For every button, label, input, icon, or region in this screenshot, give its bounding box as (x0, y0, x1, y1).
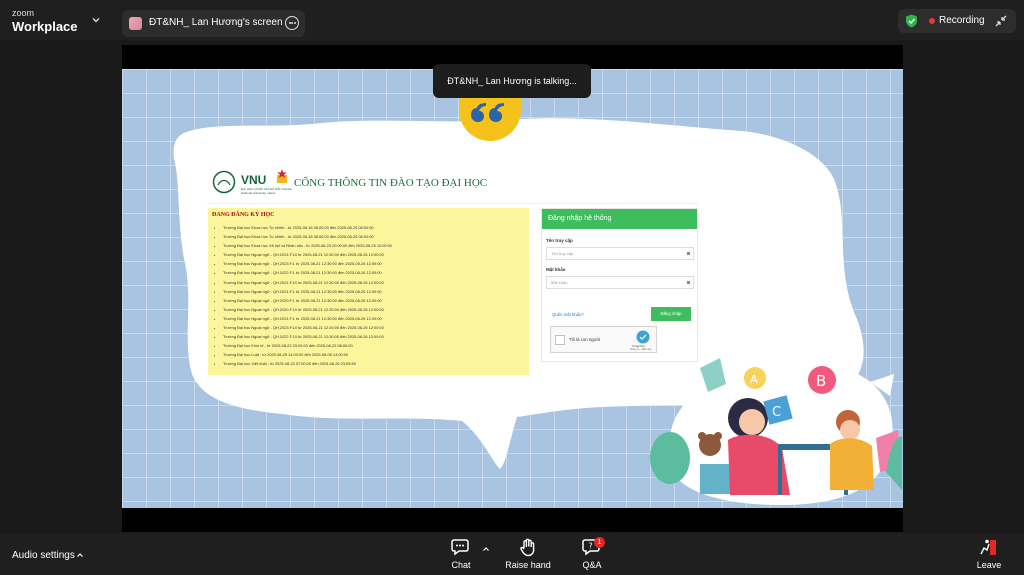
audio-settings-button[interactable]: Audio settings (12, 550, 75, 561)
notice-heading: ĐANG ĐĂNG KÝ HỌC (212, 212, 275, 218)
list-item[interactable]: Trường Đại học Luật - từ 2025-08-25 14:0… (223, 350, 392, 359)
vnu-emblem-icon (212, 170, 236, 194)
star-icon (277, 169, 287, 183)
more-options-icon[interactable] (285, 16, 299, 30)
chevron-down-icon[interactable] (90, 14, 102, 26)
leave-icon (980, 539, 996, 555)
password-field[interactable]: Mật khẩu (546, 276, 694, 289)
shield-icon (906, 14, 917, 28)
list-item[interactable]: Trường Đại học Ngoại ngữ - QH.2021.F.1 t… (223, 287, 392, 296)
chevron-up-icon[interactable] (76, 551, 84, 559)
login-button[interactable]: Đăng nhập (651, 307, 691, 321)
brand-top: zoom (12, 8, 35, 18)
list-item[interactable]: Trường Đại học Kinh tế - từ 2025-08-22 2… (223, 341, 392, 350)
captcha-checkbox[interactable] (555, 335, 565, 345)
hcaptcha-icon (636, 330, 650, 344)
hand-icon (520, 538, 535, 557)
zoom-logo: zoom Workplace (12, 8, 78, 34)
login-heading: Đăng nhập hệ thống (542, 209, 697, 229)
list-item[interactable]: Trường Đại học Ngoại ngữ - QH.2024.F.10 … (223, 250, 392, 259)
active-speaker-toast: ĐT&NH_ Lan Hương is talking... (433, 64, 591, 98)
portal-title: CỔNG THÔNG TIN ĐÀO TẠO ĐẠI HỌC (294, 177, 488, 189)
recording-indicator[interactable]: Recording (898, 9, 1016, 33)
svg-text:?: ? (589, 542, 593, 551)
raise-hand-button[interactable]: Raise hand (503, 538, 553, 570)
recording-dot (929, 18, 935, 24)
captcha-label: Tôi là con người (569, 337, 601, 342)
leave-label: Leave (976, 560, 1002, 570)
forgot-password-link[interactable]: Quên mật khẩu? (552, 312, 584, 317)
list-item[interactable]: Trường Đại học Ngoại ngữ - QH.2020.F.1 t… (223, 296, 392, 305)
avatar (129, 17, 142, 30)
list-item[interactable]: Trường Đại học Ngoại ngữ - QH.2022.F.1 t… (223, 268, 392, 277)
list-item[interactable]: Trường Đại học Việt nhật - từ 2025-08-23… (223, 359, 392, 368)
zoom-window: zoom Workplace ĐT&NH_ Lan Hương's screen… (0, 0, 1024, 575)
notice-list: Trường Đại học Khoa học Tự nhiên - từ 20… (220, 223, 392, 369)
collapse-icon[interactable] (994, 14, 1008, 28)
vnu-logo-text: VNU (241, 173, 267, 187)
list-item[interactable]: Trường Đại học Ngoại ngữ - QH.2020.F.10 … (223, 305, 392, 314)
login-panel: Đăng nhập hệ thống Tên truy cập Tên truy… (541, 208, 698, 362)
password-label: Mật khẩu (546, 267, 566, 272)
top-bar: zoom Workplace ĐT&NH_ Lan Hương's screen… (0, 0, 1024, 40)
list-item[interactable]: Trường Đại học Ngoại ngữ - QH.2023.F.1 t… (223, 259, 392, 268)
brand-bottom: Workplace (12, 19, 78, 34)
list-item[interactable]: Trường Đại học Ngoại ngữ - QH.2024.F.1 t… (223, 314, 392, 323)
list-item[interactable]: Trường Đại học Khoa học Tự nhiên - từ 20… (223, 232, 392, 241)
qa-label: Q&A (582, 560, 602, 570)
svg-text:A: A (750, 373, 758, 386)
talking-label: ĐT&NH_ Lan Hương is talking... (447, 76, 577, 86)
password-placeholder: Mật khẩu (551, 280, 568, 285)
list-item[interactable]: Trường Đại học Khoa học Tự nhiên - từ 20… (223, 223, 392, 232)
captcha-footer[interactable]: Riêng tư - Điều tiện (630, 348, 652, 351)
login-button-label: Đăng nhập (660, 311, 682, 316)
list-item[interactable]: Trường Đại học Khoa học Xã hội và Nhân v… (223, 241, 392, 250)
user-icon (687, 252, 690, 255)
chat-icon (451, 539, 469, 556)
chat-button[interactable]: Chat (446, 538, 476, 570)
registration-notice: ĐANG ĐĂNG KÝ HỌC Trường Đại học Khoa học… (208, 208, 529, 375)
list-item[interactable]: Trường Đại học Ngoại ngữ - QH.2022.F.10 … (223, 332, 392, 341)
list-item[interactable]: Trường Đại học Ngoại ngữ - QH.2021.F.10 … (223, 278, 392, 287)
raise-hand-label: Raise hand (505, 560, 551, 570)
list-item[interactable]: Trường Đại học Ngoại ngữ - QH.2023.F.10 … (223, 323, 392, 332)
screen-share-tab[interactable]: ĐT&NH_ Lan Hương's screen (122, 10, 305, 37)
lock-icon (687, 281, 690, 284)
leave-button[interactable]: Leave (973, 538, 1005, 570)
username-placeholder: Tên truy cập (551, 251, 574, 256)
notification-badge: 1 (594, 537, 605, 548)
portal-header: VNU ĐẠI HỌC QUỐC GIA HÀ NỘI Vietnam Nati… (207, 164, 698, 204)
vnu-logo-subtitle: ĐẠI HỌC QUỐC GIA HÀ NỘI Vietnam National… (241, 187, 293, 195)
chat-label: Chat (451, 560, 471, 570)
bottom-toolbar: Audio settings Chat Raise hand ? 1 Q&A L… (0, 533, 1024, 575)
recording-label: Recording (939, 15, 985, 26)
share-title: ĐT&NH_ Lan Hương's screen (149, 17, 283, 28)
svg-text:C: C (772, 405, 781, 420)
svg-text:B: B (816, 372, 826, 390)
chevron-up-icon[interactable] (482, 545, 490, 553)
qa-button[interactable]: ? 1 Q&A (577, 537, 607, 570)
username-label: Tên truy cập (546, 238, 573, 243)
captcha-widget: Tôi là con người hCaptcha Riêng tư - Điề… (550, 326, 657, 353)
portal-page: VNU ĐẠI HỌC QUỐC GIA HÀ NỘI Vietnam Nati… (207, 164, 698, 379)
username-field[interactable]: Tên truy cập (546, 247, 694, 260)
shared-screen: B C A VNU ĐẠI HỌC QUỐC GIA HÀ NỘI Vietna… (122, 45, 903, 532)
